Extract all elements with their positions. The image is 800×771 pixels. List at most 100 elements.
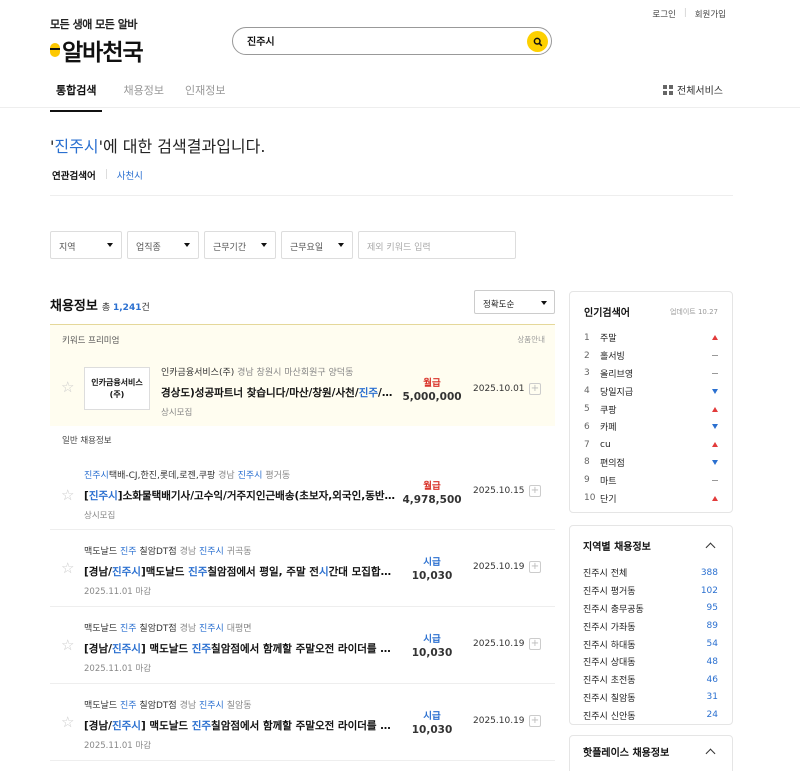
add-icon[interactable]: + (529, 561, 541, 573)
regional-item[interactable]: 진주시 칠암동 31 (583, 689, 718, 707)
listing-title: 채용정보 (50, 299, 98, 314)
chevron-up-icon[interactable] (705, 748, 716, 759)
filter-region[interactable]: 지역 (50, 231, 122, 259)
add-icon[interactable]: + (529, 383, 541, 395)
pay-info: 시급 10,030 (397, 631, 467, 659)
job-location: 경남 창원시 마산회원구 양덕동 (237, 368, 354, 378)
popular-keywords-panel: 인기검색어 업데이트 10.27 1 주말 2 홀서빙 3 올리브영 4 당일지급 5 쿠팡 6 카페… (569, 291, 733, 513)
regional-item[interactable]: 진주시 초전동 46 (583, 671, 718, 689)
regional-item[interactable]: 진주시 평거동 102 (583, 582, 718, 600)
star-icon[interactable]: ☆ (61, 488, 74, 503)
filter-work-period[interactable]: 근무기간 (204, 231, 276, 259)
pay-amount: 10,030 (411, 570, 453, 582)
region-name: 진주시 신안동 (583, 711, 636, 722)
filter-job-type[interactable]: 업직종 (127, 231, 199, 259)
pay-type: 시급 (423, 711, 441, 722)
panel-title: 핫플레이스 채용정보 (583, 748, 670, 759)
loc-highlight: 진주시 (199, 624, 224, 634)
search-button[interactable] (527, 31, 548, 52)
add-icon[interactable]: + (529, 485, 541, 497)
chevron-up-icon[interactable] (705, 542, 716, 553)
region-name: 진주시 전체 (583, 569, 628, 580)
title-highlight: 진주시 (111, 720, 141, 732)
loc-part: 경남 (179, 624, 197, 634)
loc-highlight: 진주시 (199, 701, 224, 711)
trend-up-icon (712, 335, 718, 341)
popular-keyword-item[interactable]: 7 cu (584, 436, 718, 454)
title-part: [경남/ (84, 720, 112, 732)
popular-keyword-item[interactable]: 9 마트 (584, 471, 718, 489)
job-title[interactable]: [경남/진주시] 맥도날드 진주칠암점에서 함께할 주말오전 라이더를 모집..… (84, 641, 396, 656)
job-title[interactable]: [진주시]소화물택배기사/고수익/거주지인근배송(초보자,외국인,동반 가... (84, 488, 396, 503)
title-highlight: 진주시 (88, 490, 118, 502)
product-guide-link[interactable]: 상품안내 (517, 334, 545, 345)
star-icon[interactable]: ☆ (61, 380, 74, 395)
job-row[interactable]: ☆ 맥도날드 진주 칠암DT점 경남 진주시 귀곡동 [경남/진주시]맥도날드 … (50, 530, 555, 607)
regional-item[interactable]: 진주시 전체 388 (583, 564, 718, 582)
pay-info: 월급 5,000,000 (397, 375, 467, 403)
regional-item[interactable]: 진주시 신안동 24 (583, 706, 718, 724)
regional-item[interactable]: 진주시 가좌동 89 (583, 617, 718, 635)
popular-keyword-item[interactable]: 4 당일지급 (584, 382, 718, 400)
title-highlight: 시 (318, 566, 329, 578)
divider (105, 169, 107, 179)
company-logo-box[interactable]: 인카금융서비스(주) (84, 367, 150, 410)
job-info[interactable]: 인카금융서비스(주) 경남 창원시 마산회원구 양덕동 경상도)성공파트너 찾습… (161, 365, 397, 418)
hotplace-panel: 핫플레이스 채용정보 (569, 735, 733, 771)
star-icon[interactable]: ☆ (61, 561, 74, 576)
exclude-keyword-input[interactable]: 제외 키워드 입력 (358, 231, 516, 259)
star-icon[interactable]: ☆ (61, 638, 74, 653)
add-icon[interactable]: + (529, 715, 541, 727)
job-title[interactable]: [경남/진주시] 맥도날드 진주칠암점에서 함께할 주말오전 라이더를 모집..… (84, 718, 396, 733)
logo[interactable]: 모든 생애 모든 알바 알바천국 (50, 16, 144, 67)
logo-tagline: 모든 생애 모든 알바 (50, 18, 137, 31)
company-name: 칠암DT점 (136, 547, 177, 557)
company-line: 진주시택배-CJ,한진,롯데,로젠,쿠팡 경남 진주시 평거동 (84, 468, 396, 481)
popular-keyword-item[interactable]: 5 쿠팡 (584, 400, 718, 418)
keyword-name: 쿠팡 (600, 405, 617, 416)
header-divider (0, 107, 800, 108)
trend-down-icon (712, 459, 718, 465)
job-row[interactable]: ☆ 진주시택배-CJ,한진,롯데,로젠,쿠팡 경남 진주시 평거동 [진주시]소… (50, 454, 555, 530)
job-title[interactable]: 경상도)성공파트너 찾습니다/마산/창원/사천/진주/통... (161, 385, 397, 400)
count-suffix: 건 (141, 303, 150, 313)
region-count: 46 (706, 674, 718, 685)
regional-item[interactable]: 진주시 충무공동 95 (583, 600, 718, 618)
region-count: 48 (706, 656, 718, 667)
search-input[interactable] (247, 35, 507, 46)
signup-link[interactable]: 회원가입 (695, 8, 726, 20)
regional-item[interactable]: 진주시 상대동 48 (583, 653, 718, 671)
all-services-button[interactable]: 전체서비스 (663, 82, 723, 97)
pay-type: 시급 (423, 557, 441, 568)
regional-list: 진주시 전체 388 진주시 평거동 102 진주시 충무공동 95 진주시 가좌동 89 진주… (583, 564, 718, 724)
add-icon[interactable]: + (529, 638, 541, 650)
popular-keyword-item[interactable]: 6 카페 (584, 418, 718, 436)
keyword-name: 단기 (600, 494, 617, 505)
region-count: 102 (700, 585, 718, 596)
popular-keyword-item[interactable]: 8 편의점 (584, 454, 718, 472)
pay-type: 시급 (423, 634, 441, 645)
job-title[interactable]: [경남/진주시]맥도날드 진주칠암점에서 평일, 주말 전시간대 모집합니다 (84, 564, 396, 579)
regional-item[interactable]: 진주시 하대동 54 (583, 635, 718, 653)
panel-title: 인기검색어 (584, 308, 630, 319)
popular-list: 1 주말 2 홀서빙 3 올리브영 4 당일지급 5 쿠팡 6 카페 7 cu 8 편의점 9 마트 10 단기 (584, 329, 718, 507)
login-link[interactable]: 로그인 (652, 8, 675, 20)
company-name: 칠암DT점 (136, 701, 177, 711)
title-highlight: 진주시 (111, 643, 141, 655)
top-links: 로그인 | 회원가입 (652, 8, 726, 20)
company-highlight: 진주 (119, 701, 137, 711)
popular-keyword-item[interactable]: 1 주말 (584, 329, 718, 347)
popular-keyword-item[interactable]: 3 올리브영 (584, 365, 718, 383)
update-time: 업데이트 10.27 (669, 307, 718, 316)
logo-name-wrap: 알바천국 (50, 33, 144, 67)
title-part: [경남/ (84, 566, 112, 578)
popular-keyword-item[interactable]: 2 홀서빙 (584, 347, 718, 365)
sort-select[interactable]: 정확도순 (474, 290, 555, 314)
star-icon[interactable]: ☆ (61, 715, 74, 730)
related-keyword-item[interactable]: 사천시 (117, 168, 143, 182)
title-part: ]소화물택배기사/고수익/거주지인근배송(초보자,외국인,동반 가... (117, 490, 396, 502)
popular-keyword-item[interactable]: 10 단기 (584, 489, 718, 507)
filter-work-days[interactable]: 근무요일 (281, 231, 353, 259)
job-row[interactable]: ☆ 맥도날드 진주 칠암DT점 경남 진주시 대평면 [경남/진주시] 맥도날드… (50, 607, 555, 684)
job-row[interactable]: ☆ 맥도날드 진주 칠암DT점 경남 진주시 칠암동 [경남/진주시] 맥도날드… (50, 684, 555, 761)
